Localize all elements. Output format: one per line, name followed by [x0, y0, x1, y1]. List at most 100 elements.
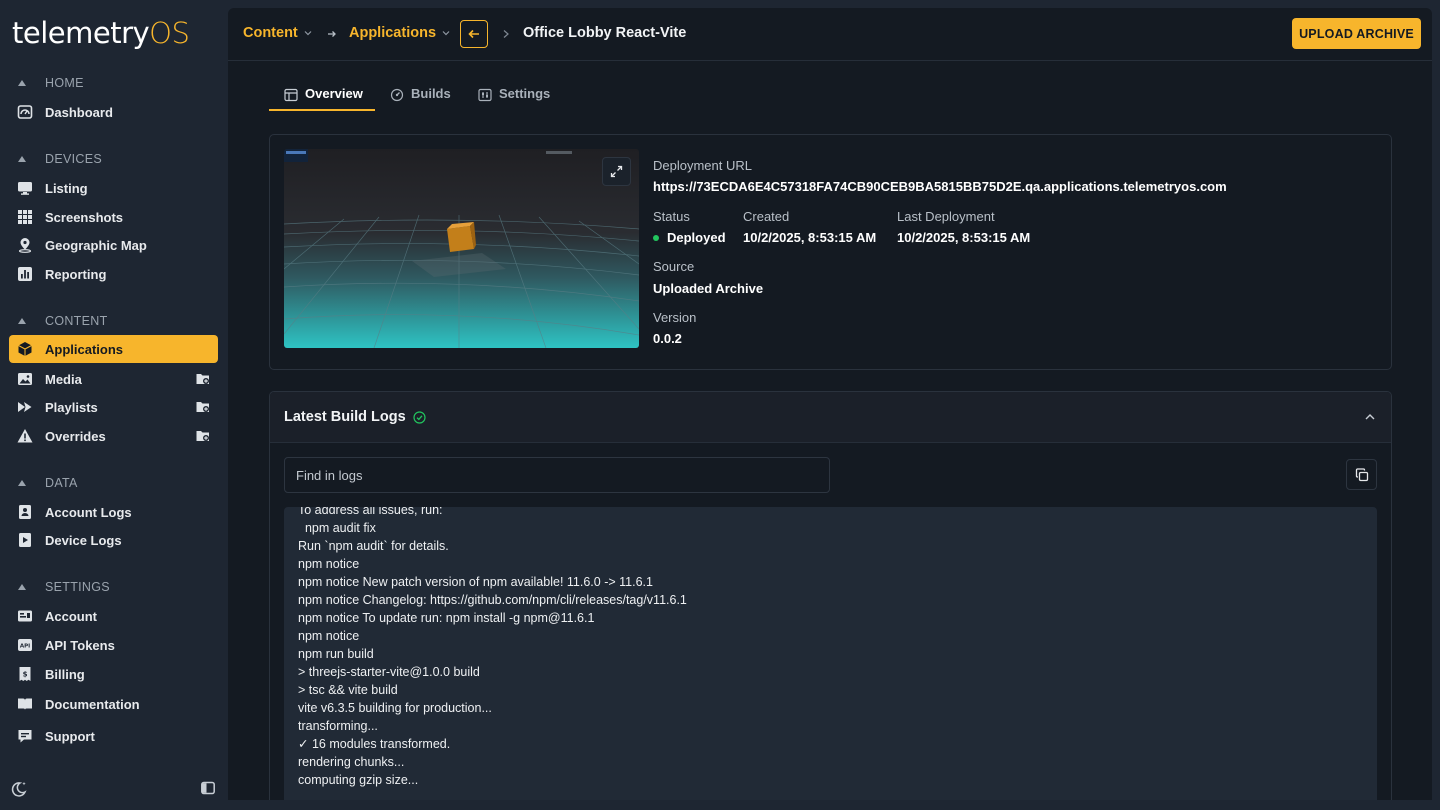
- deployment-url-label: Deployment URL: [653, 158, 752, 173]
- build-logs-header[interactable]: Latest Build Logs: [270, 392, 1391, 443]
- log-line: rendering chunks...: [298, 755, 405, 769]
- breadcrumb-applications[interactable]: Applications: [349, 25, 450, 41]
- chevron-up-icon[interactable]: [1364, 412, 1376, 422]
- collapse-triangle-icon: [18, 584, 26, 590]
- section-home[interactable]: HOME: [18, 74, 84, 92]
- sidebar-item-documentation[interactable]: Documentation: [9, 690, 218, 718]
- monitor-icon: [17, 180, 33, 196]
- upload-archive-button[interactable]: UPLOAD ARCHIVE: [1292, 18, 1421, 49]
- sidebar-item-overrides[interactable]: Overrides: [9, 422, 218, 450]
- add-folder-icon[interactable]: [196, 400, 210, 413]
- chat-icon: [17, 728, 33, 744]
- section-settings[interactable]: SETTINGS: [18, 578, 110, 596]
- log-lines: To address all issues, run: npm audit fi…: [298, 507, 687, 789]
- log-line: To address all issues, run:: [298, 507, 443, 517]
- version-label: Version: [653, 310, 697, 325]
- sidebar-item-account[interactable]: Account: [9, 602, 218, 630]
- chevron-down-icon: [304, 31, 312, 36]
- sidebar-item-applications[interactable]: Applications: [9, 335, 218, 363]
- tab-builds[interactable]: Builds: [390, 86, 451, 114]
- build-logs-title: Latest Build Logs: [284, 409, 426, 425]
- log-line: npm notice: [298, 557, 360, 571]
- add-folder-icon[interactable]: [196, 372, 210, 385]
- sidebar-item-playlists[interactable]: Playlists: [9, 393, 218, 421]
- log-line: ✓ 16 modules transformed.: [298, 737, 451, 751]
- book-icon: [17, 696, 33, 712]
- copy-logs-button[interactable]: [1346, 459, 1377, 490]
- collapse-triangle-icon: [18, 318, 26, 324]
- active-tab-indicator: [269, 109, 375, 111]
- created-label: Created: [743, 209, 790, 224]
- collapse-triangle-icon: [18, 80, 26, 86]
- add-folder-icon[interactable]: [196, 429, 210, 442]
- log-line: npm notice: [298, 629, 360, 643]
- account-icon: [17, 608, 33, 624]
- sidebar-item-dashboard[interactable]: Dashboard: [9, 98, 218, 126]
- section-data[interactable]: DATA: [18, 474, 78, 492]
- api-icon: API: [17, 637, 33, 653]
- sidebar-item-support[interactable]: Support: [9, 722, 218, 750]
- log-output[interactable]: To address all issues, run: npm audit fi…: [284, 507, 1377, 800]
- chart-icon: [17, 266, 33, 282]
- sidebar-item-api-tokens[interactable]: API API Tokens: [9, 631, 218, 659]
- section-devices[interactable]: DEVICES: [18, 150, 102, 168]
- log-line: Run `npm audit` for details.: [298, 539, 449, 553]
- breadcrumb-content[interactable]: Content: [243, 25, 312, 41]
- source-label: Source: [653, 259, 695, 274]
- status-dot: [653, 234, 659, 241]
- playlist-icon: [17, 399, 33, 415]
- image-icon: [17, 371, 33, 387]
- billing-icon: $: [17, 666, 33, 682]
- build-logs-panel: Latest Build Logs To address all issues,…: [269, 391, 1392, 800]
- builds-gauge-icon: [390, 88, 404, 102]
- sidebar-item-screenshots[interactable]: Screenshots: [9, 203, 218, 231]
- status-badge: Deployed: [653, 230, 726, 245]
- back-button[interactable]: [460, 20, 488, 48]
- status-label: Status: [653, 209, 690, 224]
- top-bar: Content Applications Office Lobby React-…: [228, 8, 1432, 61]
- deployment-url-link[interactable]: https://73ECDA6E4C57318FA74CB90CEB9BA581…: [653, 179, 1227, 194]
- settings-sliders-icon: [478, 88, 492, 102]
- sidebar: telemetryOS HOME Dashboard DEVICES Listi…: [0, 0, 228, 810]
- version-value: 0.0.2: [653, 331, 682, 346]
- copy-icon: [1355, 467, 1368, 481]
- device-log-icon: [17, 532, 33, 548]
- log-line: npm run build: [298, 647, 374, 661]
- sidebar-item-reporting[interactable]: Reporting: [9, 260, 218, 288]
- arrow-left-icon: [468, 29, 479, 39]
- dashboard-icon: [17, 104, 33, 120]
- log-line: > threejs-starter-vite@1.0.0 build: [298, 665, 480, 679]
- log-line: npm notice New patch version of npm avai…: [298, 575, 653, 589]
- last-deployment-label: Last Deployment: [897, 209, 995, 224]
- find-in-logs-input[interactable]: [284, 457, 830, 493]
- log-line: computing gzip size...: [298, 773, 419, 787]
- log-line: npm notice To update run: npm install -g…: [298, 611, 595, 625]
- sidebar-item-device-logs[interactable]: Device Logs: [9, 526, 218, 554]
- success-check-icon: [413, 410, 426, 424]
- expand-preview-button[interactable]: [602, 157, 631, 186]
- sidebar-item-media[interactable]: Media: [9, 365, 218, 393]
- telemetryos-logo[interactable]: telemetryOS: [12, 16, 190, 50]
- preview-3d-scene-image: [284, 149, 639, 348]
- application-preview[interactable]: [284, 149, 639, 348]
- source-value: Uploaded Archive: [653, 281, 764, 296]
- section-content[interactable]: CONTENT: [18, 312, 108, 330]
- sidebar-item-geographic-map[interactable]: Geographic Map: [9, 231, 218, 259]
- dark-mode-moon-icon[interactable]: [10, 780, 28, 798]
- overview-card: Deployment URL https://73ECDA6E4C57318FA…: [269, 134, 1392, 370]
- map-pin-icon: [17, 237, 33, 253]
- svg-text:API: API: [20, 644, 30, 650]
- collapse-triangle-icon: [18, 156, 26, 162]
- sidebar-item-account-logs[interactable]: Account Logs: [9, 498, 218, 526]
- log-line: vite v6.3.5 building for production...: [298, 701, 492, 715]
- sidebar-toggle-icon[interactable]: [201, 781, 215, 795]
- sidebar-item-billing[interactable]: $ Billing: [9, 660, 218, 688]
- chevron-down-icon: [442, 31, 450, 36]
- log-line: npm notice Changelog: https://github.com…: [298, 593, 687, 607]
- tab-settings[interactable]: Settings: [478, 86, 550, 114]
- log-line: > tsc && vite build: [298, 683, 398, 697]
- arrow-right-icon: [328, 31, 336, 37]
- sidebar-item-listing[interactable]: Listing: [9, 174, 218, 202]
- log-line: npm audit fix: [298, 521, 376, 535]
- created-value: 10/2/2025, 8:53:15 AM: [743, 230, 877, 245]
